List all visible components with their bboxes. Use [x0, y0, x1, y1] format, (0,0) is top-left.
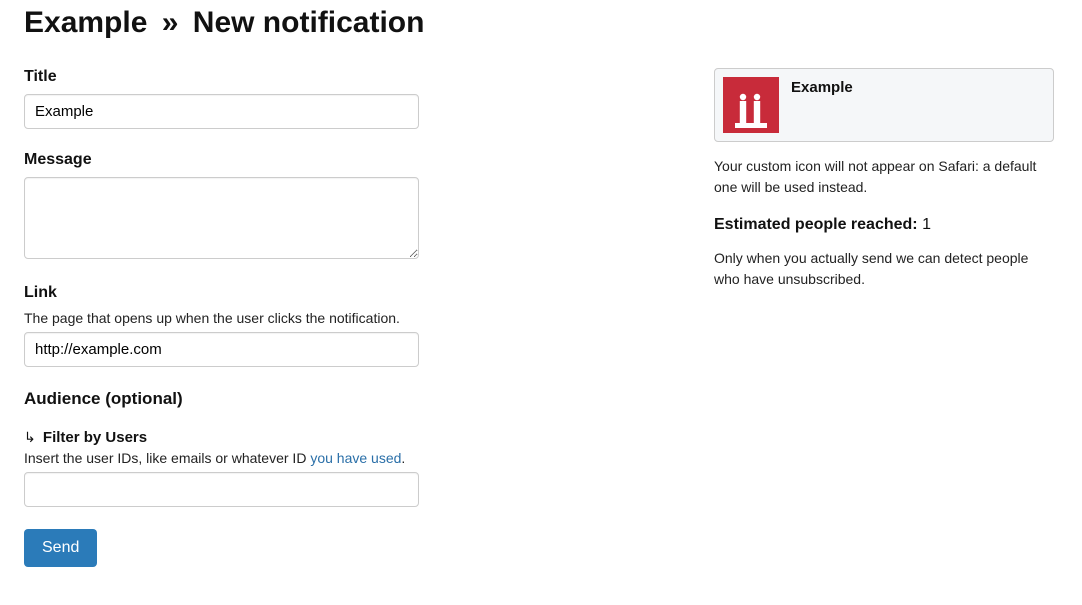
breadcrumb-parent: Example: [24, 6, 147, 39]
breadcrumb-separator: »: [162, 6, 179, 39]
page-title: Example » New notification: [24, 6, 1058, 40]
notification-preview-card: Example: [714, 68, 1054, 142]
link-input[interactable]: [24, 332, 419, 367]
you-have-used-link[interactable]: you have used: [310, 450, 401, 466]
filter-help-pre: Insert the user IDs, like emails or what…: [24, 450, 310, 466]
estimated-reach-colon: :: [912, 216, 922, 233]
breadcrumb-current: New notification: [193, 6, 425, 39]
title-input[interactable]: [24, 94, 419, 129]
message-textarea[interactable]: [24, 177, 419, 259]
filter-users-heading-text: Filter by Users: [43, 429, 147, 446]
message-label: Message: [24, 151, 674, 169]
link-help-text: The page that opens up when the user cli…: [24, 310, 674, 326]
preview-title: Example: [791, 79, 853, 96]
title-label: Title: [24, 68, 674, 86]
arrow-down-right-icon: ↳: [24, 429, 36, 446]
estimated-reach-count: 1: [922, 216, 931, 233]
estimated-reach: Estimated people reached: 1: [714, 216, 1054, 234]
estimated-reach-label: Estimated people reached: [714, 216, 912, 233]
audience-heading: Audience (optional): [24, 389, 674, 409]
filter-help-post: .: [401, 450, 405, 466]
send-button[interactable]: Send: [24, 529, 97, 567]
unsubscribe-note: Only when you actually send we can detec…: [714, 248, 1054, 290]
filter-users-heading: ↳ Filter by Users: [24, 429, 674, 446]
safari-note: Your custom icon will not appear on Safa…: [714, 156, 1054, 198]
filter-users-help: Insert the user IDs, like emails or what…: [24, 450, 674, 466]
link-label: Link: [24, 284, 674, 302]
filter-users-input[interactable]: [24, 472, 419, 507]
app-icon: [723, 77, 779, 133]
